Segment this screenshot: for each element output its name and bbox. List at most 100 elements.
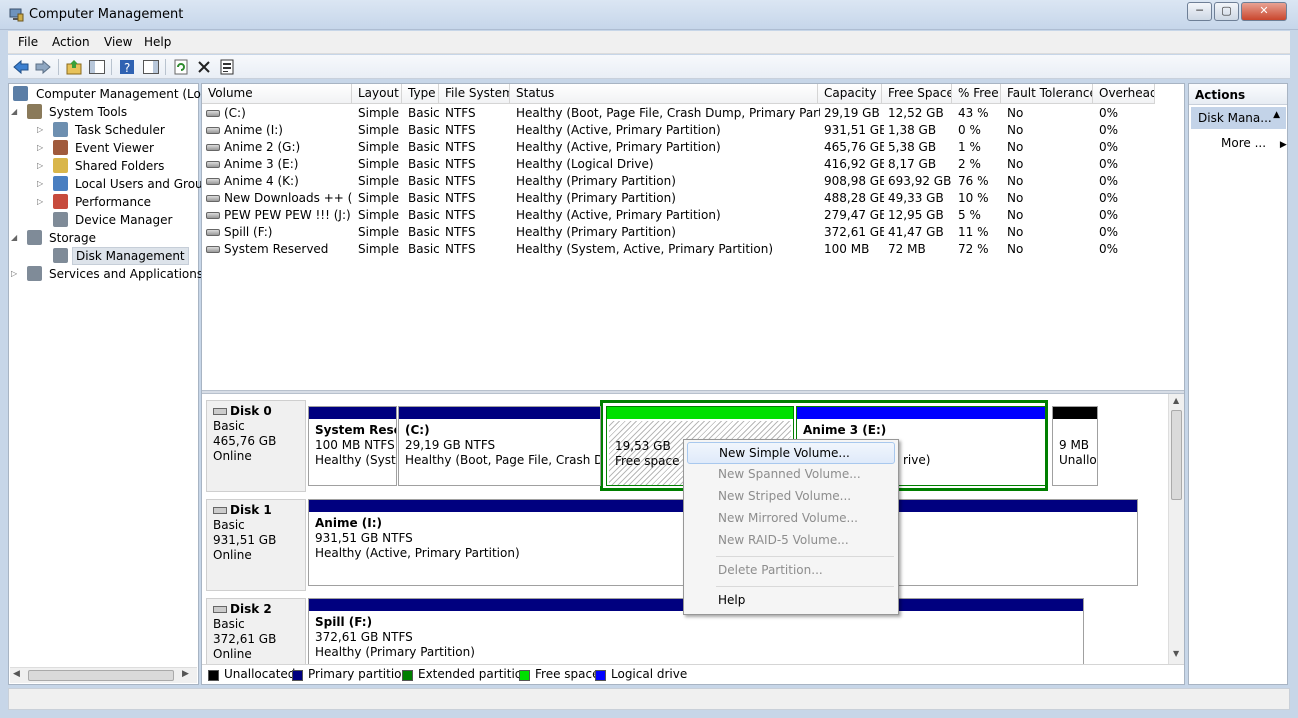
delete-icon[interactable] [195,58,213,76]
table-cell: No [1007,156,1095,173]
cell-text: 416,92 GB [824,157,884,171]
tree-item[interactable]: ◢ System Tools [9,103,197,121]
table-row[interactable]: PEW PEW PEW !!! (J:) Simple Basic NTFS Healt… [202,207,1156,224]
partition-body: Spill (F:) 372,61 GB NTFS Healthy (Primary… [309,611,1083,664]
actions-more[interactable]: More ... ▶ [1221,136,1287,150]
context-menu-item[interactable]: Help [687,590,895,612]
scroll-left-icon[interactable]: ◀ [13,669,20,679]
tree-item-label: Services and Applications [49,267,204,281]
cell-text: NTFS [445,225,476,239]
table-row[interactable]: System Reserved Simple Basic NTFS Healthy (S… [202,241,1156,258]
scroll-thumb[interactable] [1171,410,1182,500]
vertical-scrollbar[interactable]: ▲ ▼ [1168,394,1184,664]
tree-item[interactable]: Device Manager [9,211,197,229]
scroll-up-icon[interactable]: ▲ [1173,396,1179,405]
scroll-right-icon[interactable]: ▶ [182,669,189,679]
collapse-up-icon[interactable]: ▲ [1273,110,1280,120]
properties-icon[interactable] [218,58,236,76]
tree-expand-icon[interactable]: ◢ [11,229,21,247]
cell-text: 0% [1099,208,1119,222]
disk-icon [213,606,227,613]
disk-info[interactable]: Disk 1 Basic 931,51 GB Online [206,499,306,591]
table-row[interactable]: Anime 4 (K:) Simple Basic NTFS Healthy (Prim… [202,173,1156,190]
table-row[interactable]: (C:) Simple Basic NTFS Healthy (Boot, Page F… [202,105,1156,122]
close-button[interactable]: ✕ [1241,2,1287,21]
help-icon[interactable]: ? [118,58,136,76]
tree-expand-icon[interactable]: ▷ [37,139,47,157]
cell-text: 0% [1099,123,1119,137]
tree-item[interactable]: Disk Management [9,247,197,265]
legend-label: Primary partition [308,667,410,681]
up-folder-icon[interactable] [65,58,83,76]
show-hide-tree-icon[interactable] [88,58,106,76]
legend-swatch [595,670,606,681]
table-cell: Simple [358,139,404,156]
scroll-down-icon[interactable]: ▼ [1173,649,1179,658]
tree-item[interactable]: ▷ Shared Folders [9,157,197,175]
partition-color-bar [1053,407,1097,419]
tree-item[interactable]: Computer Management (Local [9,85,218,103]
minimize-button[interactable]: ─ [1187,2,1212,21]
column-header[interactable]: Capacity [818,84,882,104]
tree-expand-icon[interactable]: ▷ [11,265,21,283]
partition-title: System Reser [315,423,396,437]
tree-expand-icon[interactable]: ▷ [37,157,47,175]
maximize-button[interactable]: ▢ [1214,2,1239,21]
table-row[interactable]: Anime 3 (E:) Simple Basic NTFS Healthy (Logi… [202,156,1156,173]
menu-view[interactable]: View [104,35,132,49]
column-header[interactable]: % Free [952,84,1001,104]
tree-expand-icon[interactable]: ◢ [11,103,21,121]
disk-info[interactable]: Disk 0 Basic 465,76 GB Online [206,400,306,492]
column-header[interactable]: Free Space [882,84,952,104]
tree-expand-icon[interactable]: ▷ [37,121,47,139]
horizontal-scrollbar[interactable]: ◀ ▶ [10,667,197,683]
table-row[interactable]: Anime 2 (G:) Simple Basic NTFS Healthy (Acti… [202,139,1156,156]
actions-disk-management[interactable]: Disk Mana... ▲ [1191,107,1286,129]
svg-text:?: ? [124,61,130,75]
table-row[interactable]: New Downloads ++ (S:) Simple Basic NTFS Heal… [202,190,1156,207]
column-header[interactable]: Volume [202,84,352,104]
column-header[interactable]: File System [439,84,510,104]
tree-item[interactable]: ▷ Services and Applications [9,265,203,283]
tree-expand-icon[interactable]: ▷ [37,175,47,193]
cell-text: 8,17 GB [888,157,937,171]
disk-info[interactable]: Disk 2 Basic 372,61 GB Online [206,598,306,664]
tree-item[interactable]: ▷ Task Scheduler [9,121,197,139]
forward-arrow-icon[interactable] [34,58,52,76]
column-header[interactable]: Layout [352,84,402,104]
context-menu-item[interactable]: New Simple Volume... [687,442,895,464]
scroll-thumb[interactable] [28,670,174,681]
actions-disk-management-label: Disk Mana... [1198,111,1272,125]
disk-icon [213,408,227,415]
tree-item[interactable]: ▷ Local Users and Groups [9,175,217,193]
back-arrow-icon[interactable] [12,58,30,76]
partition[interactable]: (C:) 29,19 GB NTFS Healthy (Boot, Page Fil… [398,406,601,486]
menu-file[interactable]: File [18,35,38,49]
tree-item-label: Task Scheduler [75,123,165,137]
tree-item[interactable]: ◢ Storage [9,229,197,247]
cell-text: Healthy (Primary Partition) [516,174,676,188]
table-cell: 0 % [958,122,1003,139]
partition[interactable]: System Reser100 MB NTFSHealthy (Syste [308,406,397,486]
cell-text: Healthy (Active, Primary Partition) [516,123,721,137]
table-row[interactable]: Anime (I:) Simple Basic NTFS Healthy (Active… [202,122,1156,139]
menu-help[interactable]: Help [144,35,171,49]
disk-status: Online [213,449,252,463]
column-header[interactable]: Overhead [1093,84,1155,104]
cell-text: 0% [1099,174,1119,188]
tree-item[interactable]: ▷ Performance [9,193,197,211]
refresh-icon[interactable] [172,58,190,76]
show-hide-action-pane-icon[interactable] [142,58,160,76]
table-cell: New Downloads ++ (S:) [206,190,352,207]
legend-swatch [208,670,219,681]
cell-text: 5 % [958,208,981,222]
column-header[interactable]: Type [402,84,439,104]
table-cell: NTFS [445,122,512,139]
column-header[interactable]: Status [510,84,818,104]
tree-item[interactable]: ▷ Event Viewer [9,139,197,157]
menu-action[interactable]: Action [52,35,90,49]
table-row[interactable]: Spill (F:) Simple Basic NTFS Healthy (Primar… [202,224,1156,241]
column-header[interactable]: Fault Tolerance [1001,84,1093,104]
tree-expand-icon[interactable]: ▷ [37,193,47,211]
partition[interactable]: 9 MB Unallo [1052,406,1098,486]
